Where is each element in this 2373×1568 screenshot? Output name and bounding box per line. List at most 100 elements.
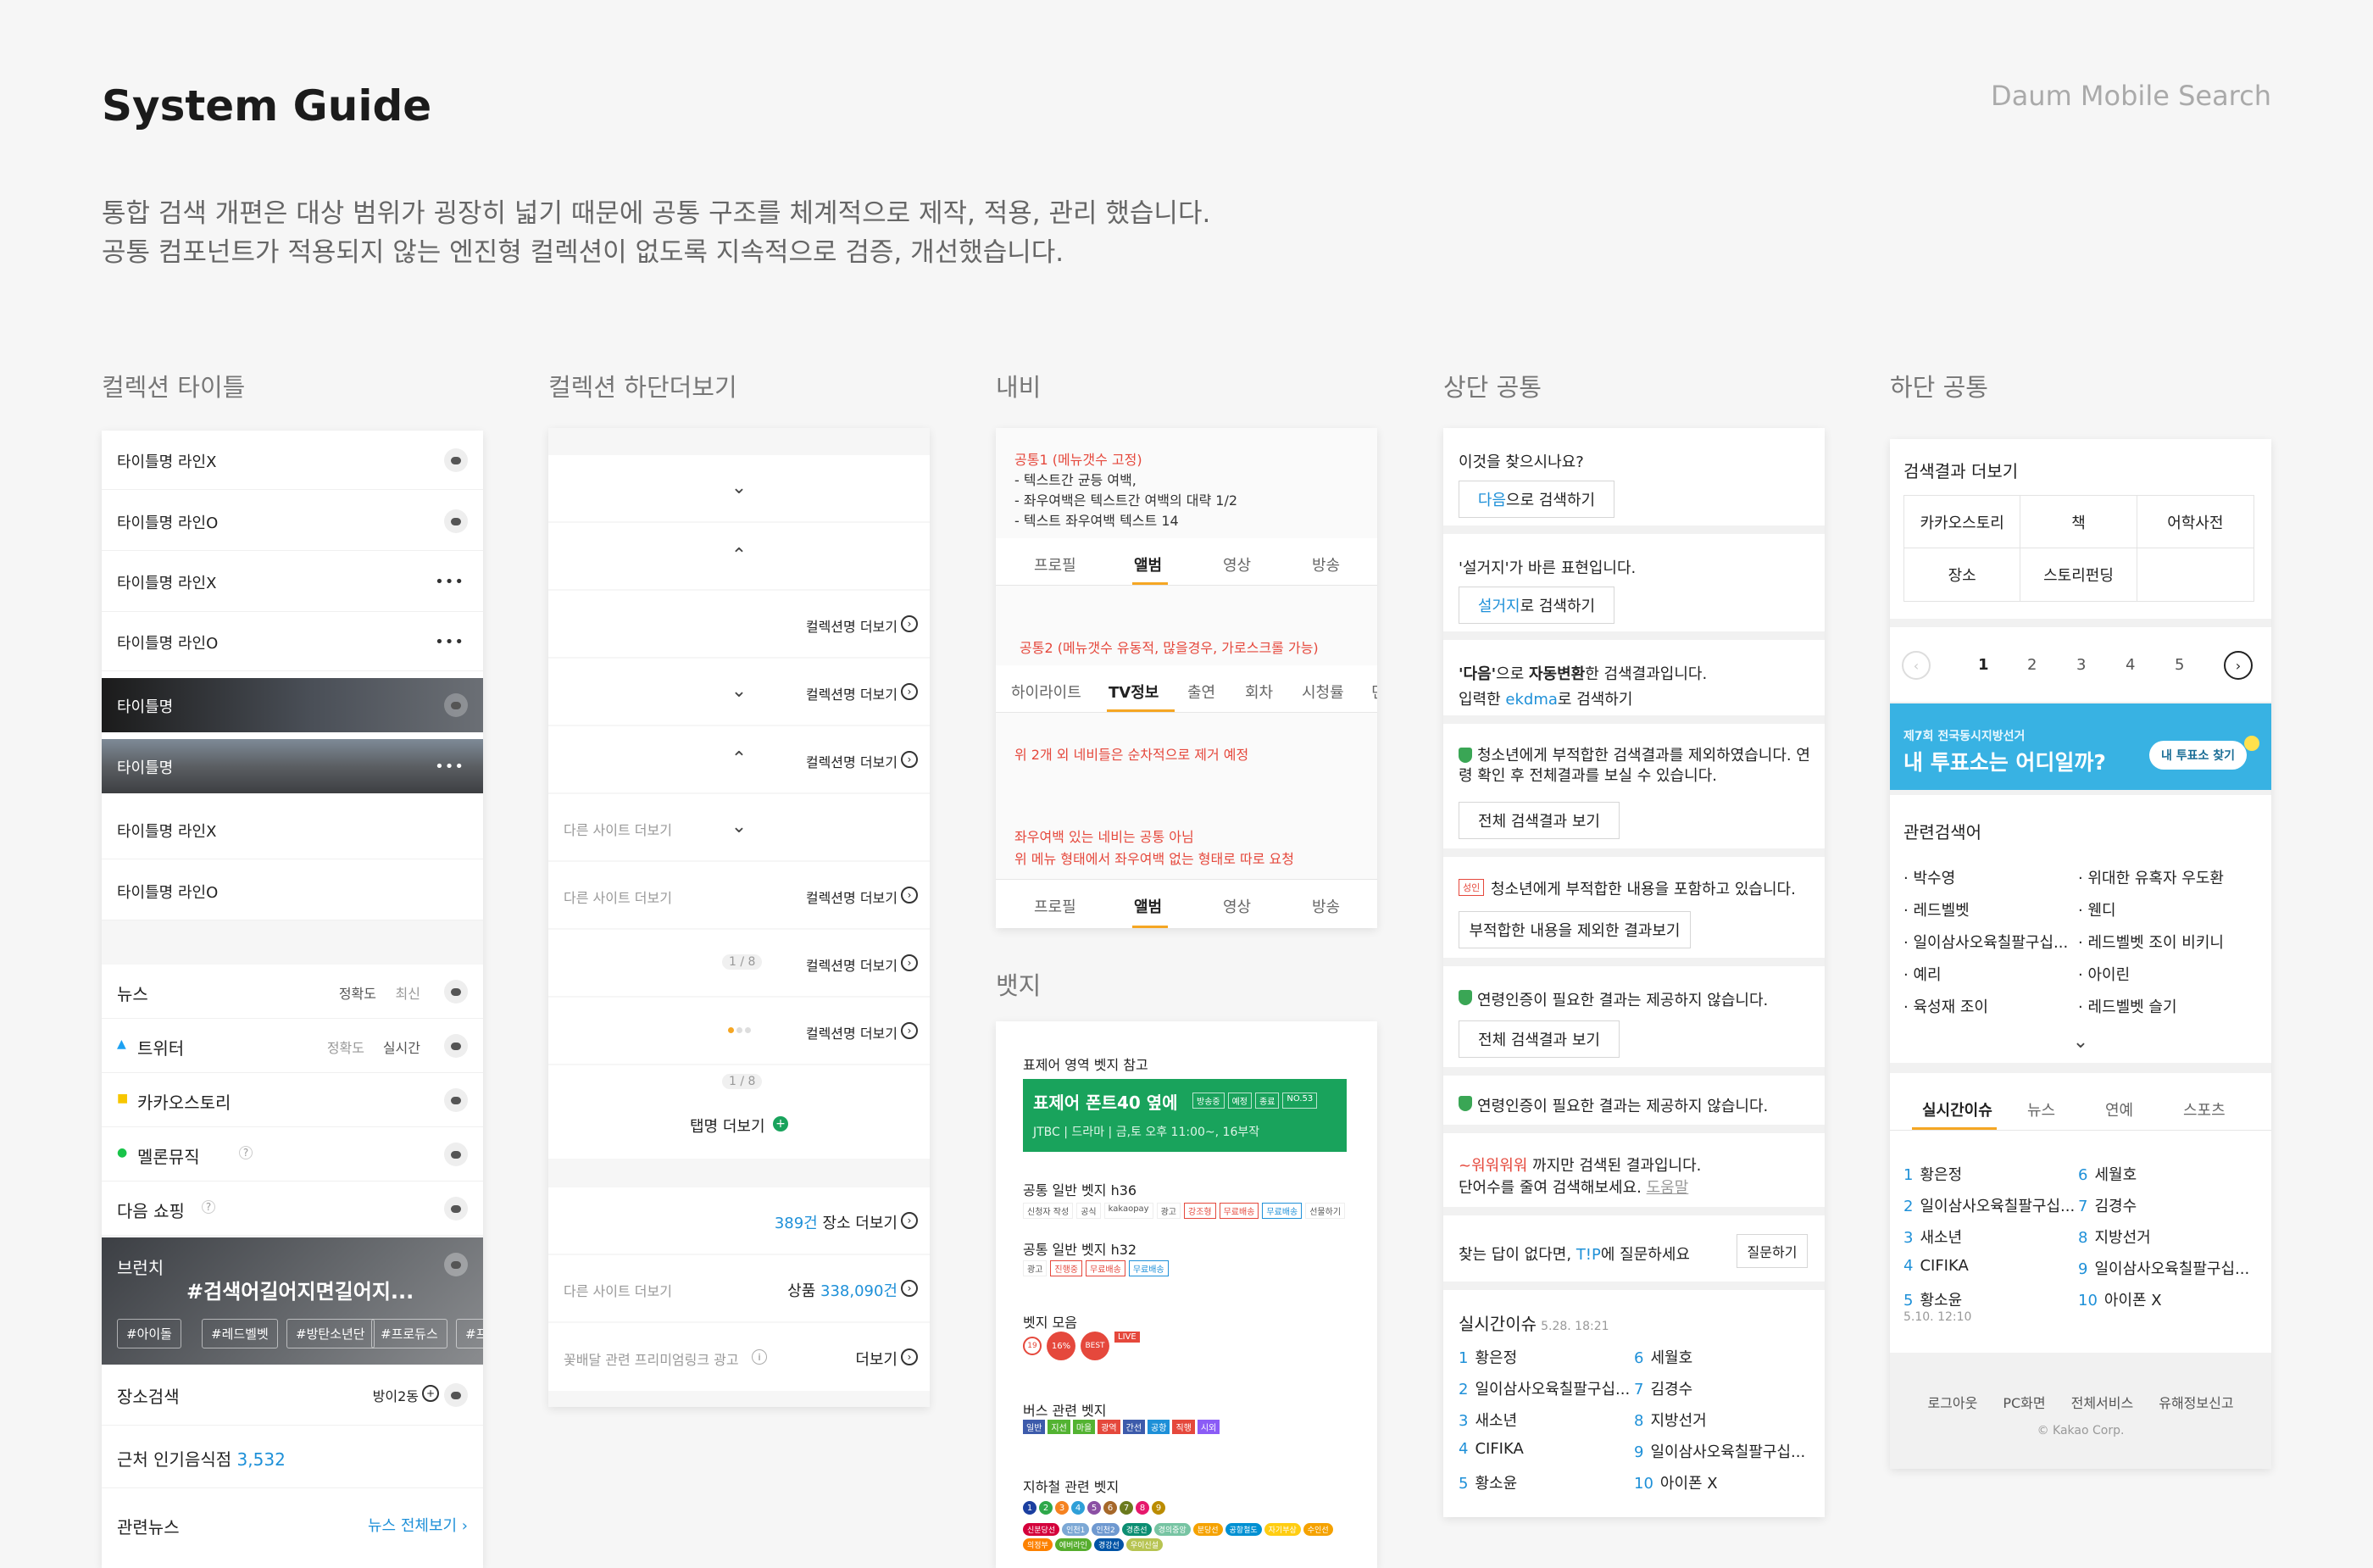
nav-tab[interactable]: 하이라이트 xyxy=(1011,681,1081,703)
banner-button[interactable]: 내 투표소 찾기 xyxy=(2149,741,2248,770)
nav-tab[interactable]: 회차 xyxy=(1245,681,1273,703)
more-link[interactable]: 컬렉션명 더보기 xyxy=(806,954,898,975)
realtime-item[interactable]: 1 황은정 xyxy=(1903,1163,1962,1185)
nav-tab[interactable]: 방송 xyxy=(1312,553,1340,575)
realtime-item[interactable]: 5 황소윤 xyxy=(1459,1471,1517,1493)
page-number[interactable]: 5 xyxy=(2175,656,2184,674)
sort-option[interactable]: 최신 xyxy=(396,982,420,1003)
nav-tab[interactable]: 영상 xyxy=(1223,553,1251,575)
place-location[interactable]: 방이2동 xyxy=(373,1385,419,1405)
realtime-item[interactable]: 7 김경수 xyxy=(1634,1377,1692,1399)
chevron-down-icon[interactable]: ⌄ xyxy=(726,475,752,500)
realtime-item[interactable]: 2 일이삼사오육칠팔구십... xyxy=(1459,1377,1630,1399)
nav-tab[interactable]: 영상 xyxy=(1223,895,1251,917)
more-results-cell[interactable]: 어학사전 xyxy=(2137,496,2254,548)
hashtag[interactable]: #프 xyxy=(456,1319,483,1348)
comment-icon[interactable] xyxy=(444,1034,468,1058)
more-results-cell[interactable]: 장소 xyxy=(1904,548,2021,601)
page-number[interactable]: 3 xyxy=(2076,656,2086,674)
election-banner[interactable]: 제7회 전국동시지방선거 내 투표소는 어디일까? 내 투표소 찾기 xyxy=(1890,703,2271,790)
realtime-tab[interactable]: 실시간이슈 xyxy=(1922,1098,1992,1120)
arrow-right-icon[interactable]: › xyxy=(901,1022,918,1039)
chevron-down-icon[interactable]: ⌄ xyxy=(726,678,752,703)
realtime-item[interactable]: 8 지방선거 xyxy=(1634,1409,1707,1431)
page-number[interactable]: 1 xyxy=(1978,656,1989,674)
help-link[interactable]: 도움말 xyxy=(1647,1179,1689,1197)
comment-icon[interactable] xyxy=(444,980,468,1004)
ask-button[interactable]: 질문하기 xyxy=(1737,1234,1808,1268)
realtime-item[interactable]: 2 일이삼사오육칠팔구십... xyxy=(1903,1194,2075,1216)
realtime-item[interactable]: 1 황은정 xyxy=(1459,1346,1517,1368)
realtime-item[interactable]: 3 새소년 xyxy=(1903,1226,1962,1248)
comment-icon[interactable] xyxy=(444,1197,468,1220)
related-keyword[interactable]: · 예리 xyxy=(1903,963,1942,985)
more-options-icon[interactable]: ••• xyxy=(435,570,464,593)
nav-tab[interactable]: 프로필 xyxy=(1034,553,1076,575)
footer-link[interactable]: 유해정보신고 xyxy=(2159,1392,2233,1412)
related-keyword[interactable]: · 위대한 유혹자 우도환 xyxy=(2078,866,2224,888)
footer-link[interactable]: 로그아웃 xyxy=(1927,1392,1977,1412)
more-options-icon[interactable]: ••• xyxy=(435,630,464,653)
hashtag[interactable]: #방탄소년단 xyxy=(286,1319,375,1348)
nav-tab[interactable]: 방송 xyxy=(1312,895,1340,917)
realtime-item[interactable]: 10 아이폰 X xyxy=(1634,1471,1718,1493)
sort-option[interactable]: 실시간 xyxy=(383,1037,420,1057)
realtime-item[interactable]: 4 CIFIKA xyxy=(1459,1440,1524,1458)
more-link[interactable]: 컬렉션명 더보기 xyxy=(806,615,898,636)
location-icon[interactable]: + xyxy=(422,1385,439,1402)
arrow-right-icon[interactable]: › xyxy=(901,1280,918,1297)
comment-icon[interactable] xyxy=(444,693,468,717)
arrow-right-icon[interactable]: › xyxy=(901,1348,918,1365)
nav-tab[interactable]: 프로필 xyxy=(1034,895,1076,917)
realtime-item[interactable]: 9 일이삼사오육칠팔구십... xyxy=(2078,1257,2249,1279)
related-keyword[interactable]: · 일이삼사오육칠팔구십... xyxy=(1903,931,2068,953)
spelling-search-button[interactable]: 설거지 로 검색하기 xyxy=(1459,587,1614,624)
realtime-item[interactable]: 6 세월호 xyxy=(2078,1163,2137,1185)
arrow-right-icon[interactable]: › xyxy=(901,887,918,904)
autoconvert-link[interactable]: 입력한 ekdma로 검색하기 xyxy=(1459,687,1632,709)
suggest-search-button[interactable]: 다음 으로 검색하기 xyxy=(1459,481,1614,518)
hashtag[interactable]: #아이돌 xyxy=(117,1319,181,1348)
full-results-button[interactable]: 전체 검색결과 보기 xyxy=(1459,1020,1620,1058)
related-keyword[interactable]: · 육성재 조이 xyxy=(1903,995,1988,1017)
place-more-link[interactable]: 389건 장소 더보기 xyxy=(775,1211,898,1233)
arrow-right-icon[interactable]: › xyxy=(901,954,918,971)
related-keyword[interactable]: · 아이린 xyxy=(2078,963,2130,985)
page-number[interactable]: 2 xyxy=(2027,656,2037,674)
comment-icon[interactable] xyxy=(444,509,468,533)
related-keyword[interactable]: · 레드벨벳 슬기 xyxy=(2078,995,2177,1017)
more-results-cell[interactable]: 스토리펀딩 xyxy=(2020,548,2137,601)
tab-more-link[interactable]: 탭명 더보기 xyxy=(690,1115,765,1137)
help-icon[interactable]: ? xyxy=(239,1146,253,1159)
arrow-right-icon[interactable]: › xyxy=(901,615,918,632)
product-more-link[interactable]: 상품 338,090건 xyxy=(787,1279,898,1301)
more-link[interactable]: 컬렉션명 더보기 xyxy=(806,683,898,703)
sort-option[interactable]: 정확도 xyxy=(327,1037,364,1057)
realtime-item[interactable]: 6 세월호 xyxy=(1634,1346,1692,1368)
arrow-right-icon[interactable]: › xyxy=(901,683,918,700)
more-link[interactable]: 컬렉션명 더보기 xyxy=(806,751,898,771)
exclude-content-button[interactable]: 부적합한 내용을 제외한 결과보기 xyxy=(1459,911,1691,948)
other-site-link[interactable]: 다른 사이트 더보기 xyxy=(564,1280,672,1300)
help-icon[interactable]: ? xyxy=(202,1200,215,1214)
chevron-down-icon[interactable]: ⌄ xyxy=(2068,1029,2093,1054)
more-results-cell[interactable]: 카카오스토리 xyxy=(1904,496,2021,548)
brunch-card[interactable]: 브런치 #검색어길어지면길어지... #아이돌 #레드벨벳 #방탄소년단 #프로듀스 #프 xyxy=(102,1237,483,1365)
chevron-up-icon[interactable]: ⌃ xyxy=(726,542,752,568)
page-number[interactable]: 4 xyxy=(2126,656,2135,674)
footer-link[interactable]: 전체서비스 xyxy=(2071,1392,2134,1412)
realtime-tab[interactable]: 연예 xyxy=(2105,1098,2133,1120)
realtime-item[interactable]: 3 새소년 xyxy=(1459,1409,1517,1431)
realtime-item[interactable]: 10 아이폰 X xyxy=(2078,1288,2162,1310)
realtime-item[interactable]: 9 일이삼사오육칠팔구십... xyxy=(1634,1440,1805,1462)
more-link[interactable]: 컬렉션명 더보기 xyxy=(806,887,898,907)
comment-icon[interactable] xyxy=(444,1143,468,1166)
nav-tab[interactable]: 시청률 xyxy=(1302,681,1344,703)
news-all-link[interactable]: 뉴스 전체보기 › xyxy=(368,1514,468,1536)
more-results-cell[interactable]: 책 xyxy=(2020,496,2137,548)
full-results-button[interactable]: 전체 검색결과 보기 xyxy=(1459,802,1620,839)
nav-tab[interactable]: TV정보 xyxy=(1109,681,1159,703)
other-site-link[interactable]: 다른 사이트 더보기 xyxy=(564,819,672,839)
related-keyword[interactable]: · 레드벨벳 조이 비키니 xyxy=(2078,931,2224,953)
next-page-icon[interactable]: › xyxy=(2224,651,2253,680)
